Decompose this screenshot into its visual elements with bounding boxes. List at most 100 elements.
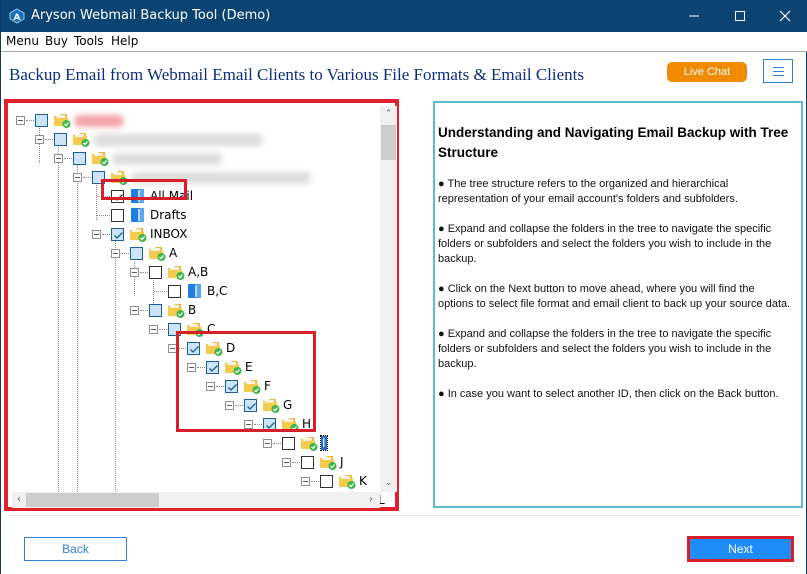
collapse-toggle-icon[interactable] xyxy=(111,249,120,258)
tree-connector xyxy=(83,177,91,178)
folder-label[interactable]: K xyxy=(359,474,367,488)
collapse-toggle-icon[interactable] xyxy=(282,458,291,467)
collapse-toggle-icon[interactable] xyxy=(92,230,101,239)
folder-label[interactable]: INBOX xyxy=(150,227,187,241)
hamburger-icon-line xyxy=(772,70,784,72)
collapse-toggle-icon[interactable] xyxy=(16,116,25,125)
folder-checkbox[interactable] xyxy=(149,304,162,317)
collapse-toggle-icon[interactable] xyxy=(130,306,139,315)
app-window: A Aryson Webmail Backup Tool (Demo) Menu… xyxy=(0,0,807,574)
folder-label[interactable]: I xyxy=(320,435,328,451)
horizontal-scroll-thumb[interactable] xyxy=(26,493,159,507)
folder-checkbox[interactable] xyxy=(130,247,143,260)
tree-node[interactable]: B xyxy=(12,301,382,320)
info-bullet: ● Expand and collapse the folders in the… xyxy=(438,328,772,370)
mail-folder-icon xyxy=(186,283,204,299)
redacted-label xyxy=(74,115,124,127)
tree-connector xyxy=(311,481,319,482)
folder-check-icon xyxy=(148,245,166,261)
vertical-scroll-thumb[interactable] xyxy=(381,125,396,160)
collapse-toggle-icon[interactable] xyxy=(35,135,44,144)
tree-connector xyxy=(159,329,167,330)
svg-text:A: A xyxy=(14,13,21,23)
scroll-up-icon[interactable]: ⌃ xyxy=(380,106,397,123)
folder-checkbox[interactable] xyxy=(282,437,295,450)
menu-item-tools[interactable]: Tools xyxy=(74,34,104,48)
vertical-scrollbar[interactable]: ⌃ ⌄ xyxy=(380,106,397,492)
folder-checkbox[interactable] xyxy=(35,114,48,127)
info-bullet: ● Expand and collapse the folders in the… xyxy=(438,223,772,265)
folder-checkbox[interactable] xyxy=(149,266,162,279)
folder-checkbox[interactable] xyxy=(301,456,314,469)
folder-label[interactable]: A,B xyxy=(188,265,208,279)
scroll-left-icon[interactable]: ‹ xyxy=(12,492,26,508)
hamburger-menu-button[interactable] xyxy=(763,59,793,83)
tree-connector xyxy=(45,139,53,140)
folder-checkbox[interactable] xyxy=(320,475,333,488)
folder-check-icon xyxy=(338,473,356,489)
menu-item-menu[interactable]: Menu xyxy=(6,34,39,48)
tree-connector xyxy=(140,310,148,311)
folder-checkbox[interactable] xyxy=(168,285,181,298)
folder-check-icon xyxy=(129,226,147,242)
tree-node[interactable]: INBOX xyxy=(12,225,382,244)
tree-connector xyxy=(121,253,129,254)
tree-node[interactable]: Drafts xyxy=(12,206,382,225)
window-title: Aryson Webmail Backup Tool (Demo) xyxy=(31,8,271,23)
live-chat-button[interactable]: Live Chat xyxy=(667,62,747,82)
folder-checkbox[interactable] xyxy=(111,228,124,241)
tree-node[interactable]: J xyxy=(12,453,382,472)
folder-check-icon xyxy=(300,435,318,451)
tree-node[interactable]: A,B xyxy=(12,263,382,282)
minimize-button[interactable] xyxy=(671,0,717,32)
selected-folders-highlight-box xyxy=(176,331,316,432)
tree-node[interactable]: All Mail xyxy=(12,187,382,206)
folder-label[interactable]: B xyxy=(188,303,196,317)
scroll-down-icon[interactable]: ⌄ xyxy=(380,475,397,492)
next-button[interactable]: Next xyxy=(690,539,791,559)
info-bullet: ● Click on the Next button to move ahead… xyxy=(438,283,791,310)
menu-item-help[interactable]: Help xyxy=(111,34,138,48)
tree-node[interactable] xyxy=(12,168,382,187)
tree-node[interactable] xyxy=(12,111,382,130)
folder-label[interactable]: B,C xyxy=(207,284,227,298)
horizontal-scrollbar[interactable]: ‹ › xyxy=(12,492,380,508)
menu-bar: Menu Buy Tools Help xyxy=(1,32,807,52)
redacted-label xyxy=(93,134,263,146)
tree-node[interactable]: A xyxy=(12,244,382,263)
folder-tree[interactable]: All Mail Drafts INBOX A A,B B,C B C D E F G H I J K L xyxy=(12,106,396,508)
folder-check-icon xyxy=(53,112,71,128)
tree-node[interactable]: K xyxy=(12,472,382,491)
collapse-toggle-icon[interactable] xyxy=(54,154,63,163)
folder-check-icon xyxy=(91,150,109,166)
close-button[interactable] xyxy=(762,0,807,32)
folder-check-icon xyxy=(167,302,185,318)
collapse-toggle-icon[interactable] xyxy=(73,173,82,182)
maximize-button[interactable] xyxy=(717,0,763,32)
folder-checkbox[interactable] xyxy=(111,209,124,222)
folder-label[interactable]: Drafts xyxy=(150,208,187,222)
tree-node[interactable] xyxy=(12,130,382,149)
collapse-toggle-icon[interactable] xyxy=(263,439,272,448)
tree-connector xyxy=(273,443,281,444)
hamburger-icon xyxy=(772,66,784,68)
collapse-toggle-icon[interactable] xyxy=(301,477,310,486)
folder-checkbox[interactable] xyxy=(54,133,67,146)
collapse-toggle-icon[interactable] xyxy=(130,268,139,277)
maximize-icon xyxy=(735,11,745,21)
tree-node[interactable]: B,C xyxy=(12,282,382,301)
scroll-right-icon[interactable]: › xyxy=(364,492,378,508)
tree-node[interactable] xyxy=(12,149,382,168)
folder-label[interactable]: A xyxy=(169,246,177,260)
info-bullet: ● The tree structure refers to the organ… xyxy=(438,178,738,205)
folder-checkbox[interactable] xyxy=(73,152,86,165)
collapse-toggle-icon[interactable] xyxy=(149,325,158,334)
menu-item-buy[interactable]: Buy xyxy=(45,34,68,48)
page-title: Backup Email from Webmail Email Clients … xyxy=(9,65,584,84)
title-bar[interactable]: A Aryson Webmail Backup Tool (Demo) xyxy=(1,0,807,32)
tree-node[interactable]: I xyxy=(12,434,382,453)
back-button[interactable]: Back xyxy=(24,537,127,561)
tree-connector xyxy=(97,215,110,216)
folder-label[interactable]: J xyxy=(340,455,344,469)
info-title: Understanding and Navigating Email Backu… xyxy=(438,125,789,160)
